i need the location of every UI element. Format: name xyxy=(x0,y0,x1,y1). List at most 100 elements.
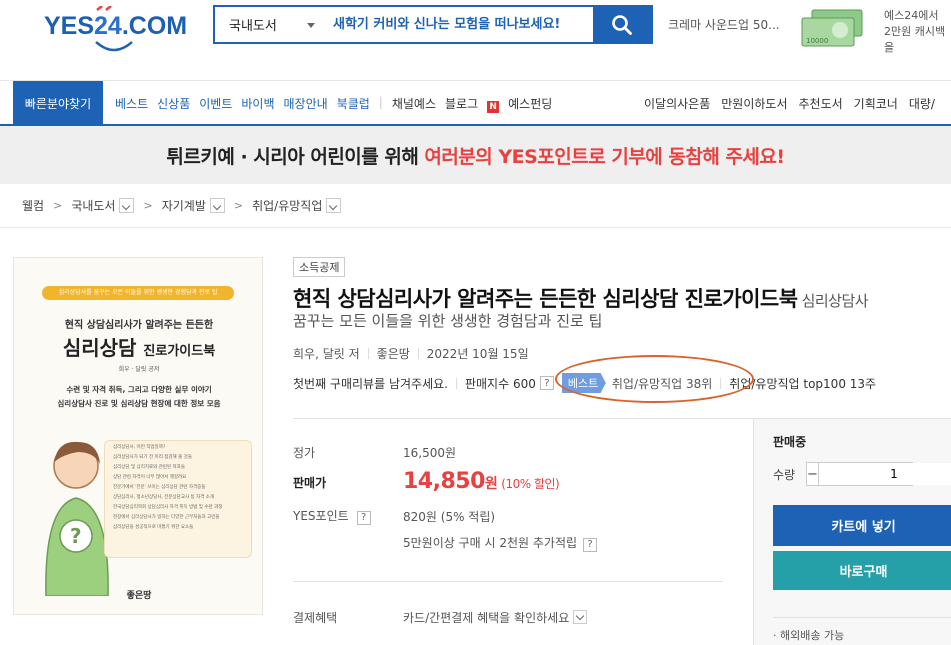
search-icon xyxy=(612,14,632,35)
product-subtitle: 꿈꾸는 모든 이들을 위한 생생한 경험담과 진로 팁 xyxy=(293,312,603,330)
breadcrumb-dropdown-icon[interactable] xyxy=(209,198,225,213)
breadcrumb-dropdown-icon[interactable] xyxy=(326,198,342,213)
cover-stripe: 심리상담사를 꿈꾸는 모든 이들을 위한 생생한 경험담과 진로 팁 xyxy=(42,286,234,300)
cover-publisher: 좋은땅 xyxy=(126,591,152,601)
nav-item-special[interactable]: 기획코너 xyxy=(854,95,898,112)
nav-item-gift[interactable]: 이달의사은품 xyxy=(644,95,710,112)
cover-title: 심리상담 진로가이드북 xyxy=(14,332,262,361)
list-price-value: 16,500원 xyxy=(403,446,457,460)
author-link[interactable]: 희우, 달릿 저 xyxy=(293,345,360,362)
meta-divider xyxy=(455,377,457,389)
nav-item-new[interactable]: 신상품 xyxy=(157,95,190,113)
breadcrumb-dropdown-icon[interactable] xyxy=(119,198,135,213)
chevron-right-icon: > xyxy=(233,199,244,212)
quantity-label: 수량 xyxy=(773,468,796,482)
publish-date: 2022년 10월 15일 xyxy=(426,347,529,361)
sale-status: 판매중 xyxy=(773,435,807,449)
nav-item-funding[interactable]: N 예스펀딩 xyxy=(487,95,561,113)
decrease-button[interactable]: − xyxy=(807,463,818,485)
meta-divider xyxy=(367,348,369,359)
quantity-stepper: − + xyxy=(806,462,951,486)
search-category-select[interactable]: 국내도서 xyxy=(215,7,323,42)
help-icon[interactable]: ? xyxy=(583,537,598,552)
nav-item-under10k[interactable]: 만원이하도서 xyxy=(721,95,787,112)
cashback-ad-text[interactable]: 예스24에서 2만원 캐시백을 xyxy=(884,8,951,56)
search-bar: 국내도서 xyxy=(213,5,653,44)
svg-text:?: ? xyxy=(70,524,82,548)
nav-item-buyback[interactable]: 바이백 xyxy=(241,95,274,113)
meta-divider xyxy=(417,348,419,359)
cover-description: 수련 및 자격 취득, 그리고 다양한 실무 이야기 심리상담사 진로 및 심리… xyxy=(14,383,262,411)
book-cover-image[interactable]: 심리상담사를 꿈꾸는 모든 이들을 위한 생생한 경험담과 진로 팁 현직 상담… xyxy=(13,257,263,615)
cover-title-small: 진로가이드북 xyxy=(143,344,216,359)
divider xyxy=(773,617,951,618)
banner-highlight: 여러분의 YES포인트로 기부에 동참해 주세요! xyxy=(424,145,785,168)
nav-right-links: 이달의사은품 만원이하도서 추천도서 기획코너 대량/ xyxy=(644,95,946,112)
payment-benefit[interactable]: 카드/간편결제 혜택을 확인하세요 xyxy=(403,609,588,626)
search-button[interactable] xyxy=(593,7,651,42)
caret-down-icon xyxy=(307,23,315,28)
yes24-logo[interactable]: YES24.COM xyxy=(44,6,188,52)
product-title-rest: 심리상담사 xyxy=(801,292,869,310)
cover-desc-1: 수련 및 자격 취득, 그리고 다양한 실무 이야기 xyxy=(66,385,212,394)
chevron-right-icon: > xyxy=(143,199,153,212)
add-to-cart-button[interactable]: 카트에 넣기 xyxy=(773,505,951,546)
breadcrumb-domestic[interactable]: 국내도서 xyxy=(71,197,115,214)
yes-point-value: 820원 (5% 적립) xyxy=(403,510,496,524)
payment-benefit-label: 결제혜택 xyxy=(293,611,338,625)
nav-item-recommended[interactable]: 추천도서 xyxy=(799,95,843,112)
discount-rate: (10% 할인) xyxy=(501,477,560,491)
nav-item-event[interactable]: 이벤트 xyxy=(199,95,232,113)
svg-text:10000: 10000 xyxy=(806,37,828,45)
donation-banner[interactable]: 튀르키예 · 시리아 어린이를 위해 여러분의 YES포인트로 기부에 동참해 … xyxy=(0,126,951,184)
cover-card-line: 심리상담 및 심리치료와 관련된 학과들 xyxy=(113,465,185,470)
logo-text: YES24.COM xyxy=(44,12,188,40)
yes-point-label-text: YES포인트 xyxy=(293,509,349,523)
chevron-down-icon[interactable] xyxy=(573,610,588,624)
overseas-shipping-note: · 해외배송 가능 xyxy=(773,629,845,642)
highlight-annotation xyxy=(555,355,754,403)
nav-divider: | xyxy=(378,95,383,109)
divider xyxy=(0,227,951,228)
cover-card-line: 상담심리사, 청소년상담사, 전문상담교사 등 자격 소개 xyxy=(113,495,215,500)
breadcrumb-self-help[interactable]: 자기계발 xyxy=(162,197,206,214)
nav-item-channel-yes[interactable]: 채널예스 xyxy=(392,95,436,113)
cashback-banknote-icon[interactable]: 10000 xyxy=(798,8,866,48)
publisher-link[interactable]: 좋은땅 xyxy=(377,345,410,362)
logo-smile-curve-icon xyxy=(95,41,133,52)
chevron-right-icon: > xyxy=(53,199,63,212)
sale-price-label: 판매가 xyxy=(293,476,327,490)
sale-price-value: 14,850 xyxy=(403,469,485,494)
cover-contents-card: 심리상담사, 어떤 직업일까? 심리상담사가 되기 전 미리 점검해 볼 것들 … xyxy=(104,440,252,558)
nav-item-blog[interactable]: 블로그 xyxy=(445,95,478,113)
breadcrumb-career[interactable]: 취업/유망직업 xyxy=(252,197,322,214)
extra-point-text: 5만원이상 구매 시 2천원 추가적립 xyxy=(403,536,578,550)
payment-benefit-text: 카드/간편결제 혜택을 확인하세요 xyxy=(403,611,570,625)
cover-card-line: 심리상담사가 되기 전 미리 점검해 볼 것들 xyxy=(113,455,192,460)
buy-now-button[interactable]: 바로구매 xyxy=(773,551,951,590)
quick-category-button[interactable]: 빠른분야찾기 xyxy=(13,81,103,125)
header-promo-link[interactable]: 크레마 사운드업 50... xyxy=(668,16,780,33)
purchase-box: 판매중 수량 − + 카트에 넣기 바로구매 · 해외배송 가능 xyxy=(753,419,951,645)
cover-subtitle: 현직 상담심리사가 알려주는 든든한 xyxy=(64,320,214,331)
breadcrumb-home[interactable]: 웰컴 xyxy=(22,197,44,214)
nav-links: 베스트 신상품 이벤트 바이백 매장안내 북클럽 | 채널예스 블로그 N 예스펀… xyxy=(115,95,570,113)
nav-item-best[interactable]: 베스트 xyxy=(115,95,148,113)
help-icon[interactable]: ? xyxy=(356,510,371,525)
funding-label: 예스펀딩 xyxy=(508,97,553,111)
yes-point-label: YES포인트? xyxy=(293,507,371,525)
funding-n-icon: N xyxy=(487,101,500,113)
help-icon[interactable]: ? xyxy=(539,376,554,390)
review-prompt-link[interactable]: 첫번째 구매리뷰를 남겨주세요. xyxy=(293,375,448,392)
cover-desc-2: 심리상담사 진로 및 심리상담 현장에 대한 정보 모음 xyxy=(57,399,221,408)
cover-card-line: 전문가에서 '전문' 쓰이는 심리상담 관련 자격증들 xyxy=(113,485,206,490)
nav-item-bookclub[interactable]: 북클럽 xyxy=(337,95,370,113)
nav-item-store[interactable]: 매장안내 xyxy=(284,95,328,113)
search-input[interactable] xyxy=(323,7,593,42)
banner-text: 튀르키예 · 시리아 어린이를 위해 xyxy=(166,145,419,168)
ad-line-2: 2만원 캐시백을 xyxy=(884,25,946,54)
nav-item-bulk[interactable]: 대량/ xyxy=(909,95,935,112)
product-title-main: 현직 상담심리사가 알려주는 든든한 심리상담 진로가이드북 xyxy=(293,287,798,311)
divider xyxy=(293,581,723,582)
quantity-input[interactable] xyxy=(817,463,951,485)
